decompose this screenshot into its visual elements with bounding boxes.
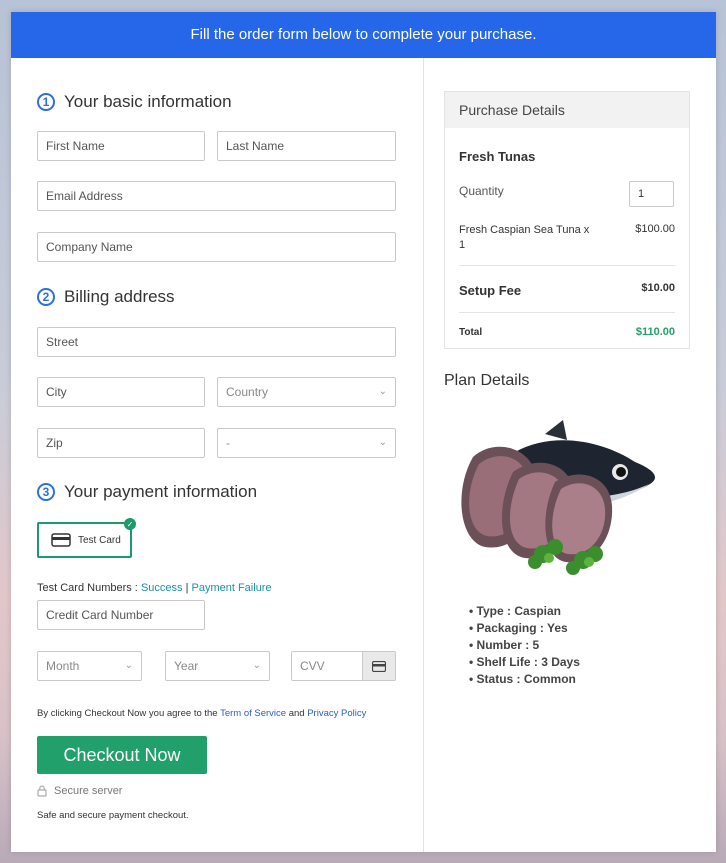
- chevron-down-icon: ⌄: [252, 660, 261, 671]
- cvv-input[interactable]: CVV: [291, 651, 396, 681]
- section-basic-info: 1 Your basic information: [37, 90, 232, 114]
- plan-item-type: • Type : Caspian: [469, 604, 561, 618]
- country-select[interactable]: Country ⌄: [217, 377, 396, 407]
- section-billing-address: 2 Billing address: [37, 285, 175, 309]
- chevron-down-icon: ⌄: [378, 386, 387, 397]
- plan-item-packaging: • Packaging : Yes: [469, 621, 568, 635]
- setup-fee-price: $10.00: [641, 282, 675, 294]
- test-card-numbers-label: Test Card Numbers :: [37, 582, 138, 594]
- plan-details-list: • Type : Caspian • Packaging : Yes • Num…: [469, 603, 580, 688]
- test-card-option[interactable]: Test Card ✓: [37, 518, 136, 558]
- company-input[interactable]: Company Name: [37, 232, 396, 262]
- section-title: Your payment information: [64, 482, 258, 501]
- card-icon: [51, 533, 71, 547]
- order-form-card: Fill the order form below to complete yo…: [11, 12, 716, 852]
- divider: [459, 312, 675, 313]
- secure-server: Secure server: [37, 785, 122, 797]
- column-divider: [423, 58, 424, 852]
- credit-card-number-input[interactable]: Credit Card Number: [37, 600, 205, 630]
- tuna-product-image: [461, 420, 655, 575]
- divider: [459, 265, 675, 266]
- year-select-value: Year: [174, 659, 199, 673]
- checkout-now-button[interactable]: Checkout Now: [37, 736, 207, 774]
- last-name-input[interactable]: Last Name: [217, 131, 396, 161]
- year-select[interactable]: Year ⌄: [165, 651, 270, 681]
- cvv-card-icon-button: [362, 652, 395, 680]
- item-label-line-2: 1: [459, 239, 466, 251]
- step-number: 2: [37, 288, 55, 306]
- item-label: Fresh Caspian Sea Tuna x 1: [459, 223, 589, 253]
- city-input[interactable]: City: [37, 377, 205, 407]
- email-input[interactable]: Email Address: [37, 181, 396, 211]
- section-title: Billing address: [64, 287, 175, 306]
- test-card-numbers: Test Card Numbers : Success | Payment Fa…: [37, 582, 272, 594]
- lock-icon: [37, 785, 47, 797]
- purchase-details-panel: Purchase Details Fresh Tunas Quantity 1 …: [444, 91, 690, 349]
- page-banner: Fill the order form below to complete yo…: [11, 12, 716, 58]
- step-number: 3: [37, 483, 55, 501]
- state-select[interactable]: - ⌄: [217, 428, 396, 458]
- zip-input[interactable]: Zip: [37, 428, 205, 458]
- total-label: Total: [459, 327, 483, 338]
- plan-item-number: • Number : 5: [469, 638, 540, 652]
- agreement-prefix: By clicking Checkout Now you agree to th…: [37, 708, 218, 719]
- total-price: $110.00: [635, 326, 675, 338]
- plan-item-status: • Status : Common: [469, 672, 576, 686]
- setup-fee-label: Setup Fee: [459, 283, 522, 298]
- section-title: Your basic information: [64, 92, 232, 111]
- item-price: $100.00: [635, 223, 675, 235]
- plan-details-title: Plan Details: [444, 372, 530, 389]
- agreement-text: By clicking Checkout Now you agree to th…: [37, 708, 366, 719]
- street-input[interactable]: Street: [37, 327, 396, 357]
- first-name-input[interactable]: First Name: [37, 131, 205, 161]
- product-name: Fresh Tunas: [459, 149, 536, 164]
- secure-note: Safe and secure payment checkout.: [37, 810, 189, 821]
- purchase-details-title: Purchase Details: [445, 92, 689, 128]
- quantity-label: Quantity: [459, 184, 504, 198]
- success-link[interactable]: Success: [141, 582, 183, 594]
- chevron-down-icon: ⌄: [124, 660, 133, 671]
- month-select-value: Month: [46, 659, 80, 673]
- plan-item-shelf-life: • Shelf Life : 3 Days: [469, 655, 580, 669]
- test-card-label: Test Card: [78, 534, 121, 546]
- link-separator: |: [185, 582, 189, 594]
- country-select-value: Country: [226, 385, 269, 399]
- cvv-placeholder: CVV: [300, 659, 325, 673]
- quantity-input[interactable]: 1: [629, 181, 674, 207]
- privacy-policy-link[interactable]: Privacy Policy: [307, 708, 366, 719]
- card-icon: [372, 660, 386, 672]
- payment-failure-link[interactable]: Payment Failure: [192, 582, 272, 594]
- month-select[interactable]: Month ⌄: [37, 651, 142, 681]
- agreement-and: and: [288, 708, 305, 719]
- state-select-value: -: [226, 436, 230, 450]
- step-number: 1: [37, 93, 55, 111]
- secure-server-label: Secure server: [54, 785, 123, 797]
- check-icon: ✓: [124, 518, 136, 530]
- terms-of-service-link[interactable]: Term of Service: [220, 708, 286, 719]
- chevron-down-icon: ⌄: [378, 437, 387, 448]
- section-payment-info: 3 Your payment information: [37, 480, 257, 504]
- item-label-line-1: Fresh Caspian Sea Tuna x: [459, 224, 590, 236]
